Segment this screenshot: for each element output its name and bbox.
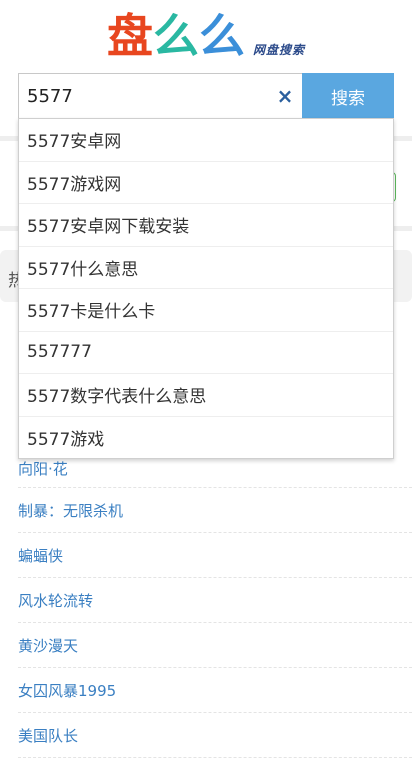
search-button[interactable]: 搜索 [302,73,394,119]
logo-char-1: 盘 [106,9,153,63]
hot-item[interactable]: 女囚风暴1995 [18,668,412,713]
clear-icon[interactable]: × [272,74,298,118]
search-input-value: 5577 [27,85,73,107]
suggestion-item[interactable]: 5577安卓网 [19,119,393,162]
logo-subtitle: 网盘搜索 [252,43,305,57]
suggestion-item[interactable]: 5577卡是什么卡 [19,289,393,332]
suggestion-dropdown: 5577安卓网 5577游戏网 5577安卓网下载安装 5577什么意思 557… [18,118,394,459]
hot-item[interactable]: 风水轮流转 [18,578,412,623]
search-input[interactable]: 5577 × [18,73,302,119]
hot-item[interactable]: 美国队长 [18,713,412,758]
logo-char-2: 么 [152,9,199,63]
logo-char-3: 么 [198,9,245,63]
suggestion-item[interactable]: 557777 [19,332,393,374]
suggestion-item[interactable]: 5577游戏 [19,417,393,459]
suggestion-item[interactable]: 5577数字代表什么意思 [19,374,393,417]
suggestion-item[interactable]: 5577什么意思 [19,247,393,289]
logo-text: 盘 么 么 网盘搜索 [107,8,305,64]
hot-list: 向阳·花 制暴：无限杀机 蝙蝠侠 风水轮流转 黄沙漫天 女囚风暴1995 美国队… [18,444,412,758]
hot-item[interactable]: 蝙蝠侠 [18,533,412,578]
hot-item[interactable]: 制暴：无限杀机 [18,488,412,533]
hot-item[interactable]: 黄沙漫天 [18,623,412,668]
suggestion-item[interactable]: 5577游戏网 [19,162,393,204]
search-bar: 5577 × 搜索 [18,73,394,119]
site-logo[interactable]: 盘 么 么 网盘搜索 [0,6,412,66]
suggestion-item[interactable]: 5577安卓网下载安装 [19,204,393,247]
